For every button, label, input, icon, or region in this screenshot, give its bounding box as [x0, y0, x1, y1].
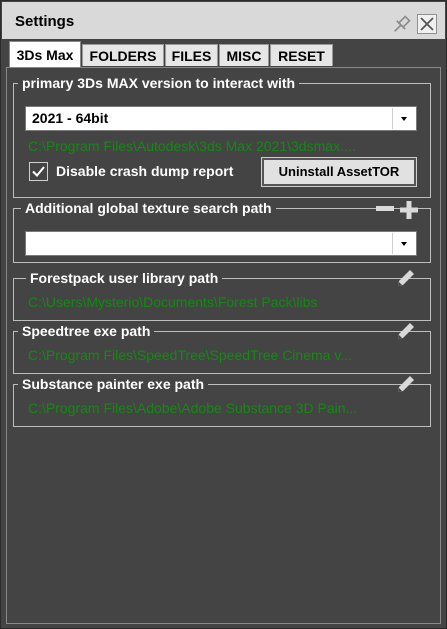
tab-3ds-max[interactable]: 3Ds Max: [9, 41, 81, 67]
texture-search-select[interactable]: [25, 231, 417, 256]
close-icon[interactable]: [417, 14, 437, 34]
tab-misc[interactable]: MISC: [219, 44, 269, 66]
max-path: C:\Program Files\Autodesk\3ds Max 2021\3…: [28, 138, 356, 154]
forestpack-group: Forestpack user library path C:\Users\My…: [13, 269, 431, 321]
tab-bar: 3Ds Max FOLDERS FILES MISC RESET: [1, 41, 446, 67]
tab-files[interactable]: FILES: [165, 44, 218, 66]
max-version-legend: primary 3Ds MAX version to interact with: [18, 74, 300, 92]
minus-icon[interactable]: [376, 201, 394, 222]
pencil-icon[interactable]: [396, 268, 416, 293]
tab-folders[interactable]: FOLDERS: [82, 44, 164, 66]
forestpack-legend: Forestpack user library path: [26, 269, 223, 287]
tab-reset[interactable]: RESET: [270, 44, 333, 66]
plus-icon[interactable]: [400, 201, 418, 224]
pin-icon[interactable]: [390, 14, 412, 36]
substance-group: Substance painter exe path C:\Program Fi…: [13, 375, 431, 427]
speedtree-group: Speedtree exe path C:\Program Files\Spee…: [13, 322, 431, 374]
chevron-down-icon[interactable]: [392, 233, 415, 254]
substance-path: C:\Program Files\Adobe\Adobe Substance 3…: [28, 400, 358, 416]
settings-window: Settings 3Ds Max FOLDERS FILES MISC RESE…: [0, 0, 447, 629]
texture-search-group: Additional global texture search path: [13, 199, 431, 263]
chevron-down-icon[interactable]: [392, 108, 415, 129]
window-title: Settings: [15, 13, 75, 30]
tab-content-3ds-max: primary 3Ds MAX version to interact with…: [6, 67, 441, 624]
disable-crash-dump-label: Disable crash dump report: [56, 163, 234, 179]
pencil-icon[interactable]: [396, 321, 416, 346]
max-version-value: 2021 - 64bit: [32, 110, 109, 126]
checkmark-icon: [32, 166, 45, 177]
uninstall-assettor-button[interactable]: Uninstall AssetTOR: [261, 157, 417, 187]
pencil-icon[interactable]: [396, 374, 416, 399]
forestpack-path: C:\Users\Mysterio\Documents\Forest Pack\…: [28, 294, 318, 310]
substance-legend: Substance painter exe path: [18, 375, 209, 393]
texture-search-legend: Additional global texture search path: [21, 199, 276, 217]
max-version-select[interactable]: 2021 - 64bit: [25, 106, 417, 131]
title-bar[interactable]: Settings: [2, 2, 445, 39]
speedtree-path: C:\Program Files\SpeedTree\SpeedTree Cin…: [28, 347, 352, 363]
disable-crash-dump-checkbox[interactable]: [29, 162, 48, 181]
max-version-group: primary 3Ds MAX version to interact with…: [13, 74, 431, 198]
speedtree-legend: Speedtree exe path: [18, 322, 155, 340]
